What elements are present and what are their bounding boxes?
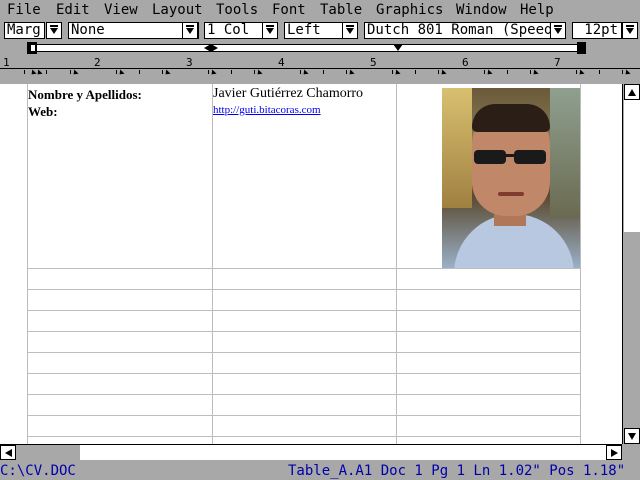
photo-glasses-right xyxy=(514,150,546,164)
ruler-tick xyxy=(415,70,416,74)
photo-mouth xyxy=(498,192,524,196)
status-position: Table_A.A1 Doc 1 Pg 1 Ln 1.02" Pos 1.18" xyxy=(288,463,626,479)
ruler-number: 6 xyxy=(462,56,469,69)
name-value: Javier Gutiérrez Chamorro xyxy=(213,86,364,101)
right-margin-marker[interactable] xyxy=(577,42,586,54)
chevron-down-icon xyxy=(554,24,562,34)
chevron-down-icon xyxy=(186,24,194,34)
ruler-number: 1 xyxy=(3,56,10,69)
scroll-track-horizontal[interactable] xyxy=(80,445,606,460)
menu-table[interactable]: Table xyxy=(320,2,362,18)
menu-file[interactable]: File xyxy=(7,2,41,18)
chevron-down-icon xyxy=(346,24,354,34)
photo-hair xyxy=(472,104,550,132)
vertical-scrollbar[interactable] xyxy=(622,84,640,444)
table-row-border xyxy=(27,289,580,290)
menu-edit[interactable]: Edit xyxy=(56,2,90,18)
table-border xyxy=(396,84,397,444)
photo-glasses-bridge xyxy=(504,154,516,157)
justification-dropdown[interactable] xyxy=(342,22,358,39)
columns-dropdown[interactable] xyxy=(262,22,278,39)
table-border xyxy=(212,84,213,444)
table-row-border xyxy=(27,373,580,374)
ruler-tick xyxy=(599,70,600,74)
arrow-left-icon xyxy=(4,448,12,457)
ruler-tick xyxy=(46,70,47,74)
zoom-field[interactable]: Marg xyxy=(4,22,45,39)
status-filename: C:\CV.DOC xyxy=(0,463,76,479)
ruler-tick xyxy=(24,70,25,74)
ruler-number: 4 xyxy=(278,56,285,69)
margin-line[interactable] xyxy=(28,44,580,52)
style-field[interactable]: None xyxy=(68,22,199,39)
style-dropdown[interactable] xyxy=(182,22,198,39)
ruler-tick xyxy=(507,70,508,74)
table-row-border xyxy=(27,436,580,437)
table-row-border xyxy=(27,394,580,395)
scroll-thumb-horizontal[interactable] xyxy=(16,445,80,460)
arrow-up-icon xyxy=(628,88,636,96)
column-marker-left-icon[interactable] xyxy=(204,44,211,52)
scroll-left-button[interactable] xyxy=(0,445,16,460)
document-area[interactable]: Nombre y Apellidos: Web: Javier Gutiérre… xyxy=(0,84,622,444)
menu-tools[interactable]: Tools xyxy=(216,2,258,18)
scroll-track-upper[interactable] xyxy=(624,100,640,232)
chevron-down-icon xyxy=(50,24,58,34)
web-label: Web: xyxy=(28,104,58,119)
photo-background-left xyxy=(442,88,472,208)
scroll-thumb[interactable] xyxy=(624,232,640,428)
ruler-number: 7 xyxy=(554,56,561,69)
arrow-right-icon xyxy=(610,448,618,457)
font-dropdown[interactable] xyxy=(550,22,566,39)
ruler-number: 5 xyxy=(370,56,377,69)
web-link[interactable]: http://guti.bitacoras.com xyxy=(213,104,321,116)
left-margin-marker-inner xyxy=(31,45,35,51)
menu-bar: File Edit View Layout Tools Font Table G… xyxy=(0,0,640,20)
table-row-border xyxy=(27,415,580,416)
arrow-down-icon xyxy=(628,432,636,440)
size-field[interactable]: 12pt xyxy=(572,22,622,39)
ribbon-bar: Marg None 1 Col Left Dutch 801 Roman (Sp… xyxy=(0,20,640,42)
ruler-tick xyxy=(139,70,140,74)
photo-background-right xyxy=(550,88,580,218)
horizontal-scrollbar[interactable] xyxy=(0,444,622,460)
scroll-up-button[interactable] xyxy=(624,84,640,100)
menu-graphics[interactable]: Graphics xyxy=(376,2,443,18)
ruler-tick xyxy=(231,70,232,74)
table-border xyxy=(27,84,28,444)
table-row-border xyxy=(27,331,580,332)
chevron-down-icon xyxy=(266,24,274,34)
chevron-down-icon xyxy=(626,24,634,34)
photo-glasses-left xyxy=(474,150,506,164)
size-dropdown[interactable] xyxy=(622,22,638,39)
ruler-number: 3 xyxy=(186,56,193,69)
scroll-right-button[interactable] xyxy=(606,445,622,460)
menu-help[interactable]: Help xyxy=(520,2,554,18)
scroll-down-button[interactable] xyxy=(624,428,640,444)
menu-font[interactable]: Font xyxy=(272,2,306,18)
table-row-border xyxy=(27,268,580,269)
menu-view[interactable]: View xyxy=(104,2,138,18)
ruler-tick xyxy=(323,70,324,74)
menu-window[interactable]: Window xyxy=(456,2,507,18)
table-border xyxy=(580,84,581,444)
scroll-corner xyxy=(622,444,640,460)
name-label: Nombre y Apellidos: xyxy=(28,87,142,102)
table-row-border xyxy=(27,352,580,353)
column-marker-icon[interactable] xyxy=(393,44,403,51)
column-marker-right-icon[interactable] xyxy=(211,44,218,52)
portrait-photo xyxy=(442,88,580,268)
zoom-dropdown[interactable] xyxy=(46,22,62,39)
table-row-border xyxy=(27,310,580,311)
status-bar: C:\CV.DOC Table_A.A1 Doc 1 Pg 1 Ln 1.02"… xyxy=(0,460,640,480)
ruler-number: 2 xyxy=(94,56,101,69)
menu-layout[interactable]: Layout xyxy=(152,2,203,18)
font-field[interactable]: Dutch 801 Roman (Speed xyxy=(364,22,565,39)
